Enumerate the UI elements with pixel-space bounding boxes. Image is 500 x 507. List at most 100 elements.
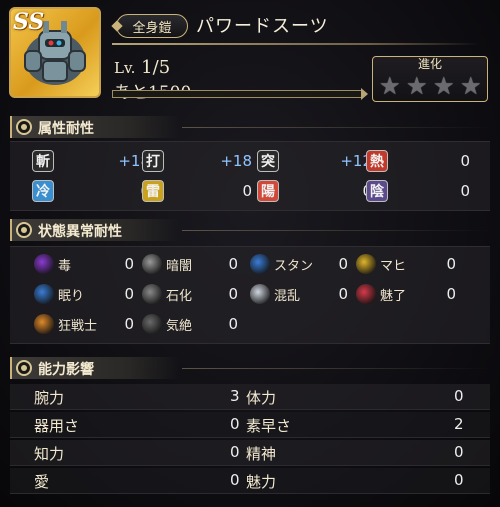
status-panel: 毒 0 暗闇 0 スタン 0 マヒ 0 眠り 0 石化 0 混乱 0 魅了 0 狂戦士 0 気絶 0 bbox=[10, 246, 490, 344]
status-name: マヒ bbox=[380, 259, 407, 274]
thunder-icon: 雷 bbox=[142, 180, 164, 202]
attribute-value: +18 bbox=[220, 152, 252, 170]
ability-value: 0 bbox=[454, 387, 464, 405]
status-value: 0 bbox=[228, 255, 238, 273]
attribute-value: 0 bbox=[460, 152, 470, 170]
berserk-icon bbox=[34, 314, 54, 334]
attribute-value: 0 bbox=[460, 182, 470, 200]
attribute-resistance: 熱0 bbox=[366, 150, 470, 176]
item-name: パワードスーツ bbox=[196, 16, 329, 37]
ability-row: 知力 0 精神 0 bbox=[10, 440, 490, 466]
petrify-icon bbox=[142, 284, 162, 304]
heat-icon: 熱 bbox=[366, 150, 388, 172]
status-name: 魅了 bbox=[380, 289, 407, 304]
status-resistance: 混乱 0 bbox=[250, 283, 348, 307]
ability-value: 0 bbox=[230, 471, 240, 489]
status-value: 0 bbox=[124, 315, 134, 333]
section-title: 能力影響 bbox=[38, 362, 94, 378]
star-icon: ★ bbox=[406, 72, 428, 100]
star-icon: ★ bbox=[379, 72, 401, 100]
attribute-resistance: 雷0 bbox=[142, 180, 252, 206]
ability-value: 2 bbox=[454, 415, 464, 433]
level-label: Lv. bbox=[114, 59, 136, 77]
stun-icon bbox=[250, 254, 270, 274]
status-value: 0 bbox=[446, 285, 456, 303]
ability-row: 器用さ 0 素早さ 2 bbox=[10, 412, 490, 438]
ability-row: 腕力 3 体力 0 bbox=[10, 384, 490, 410]
attribute-panel: 斬+18打+18突+12熱0冷0雷0陽0陰0 bbox=[10, 141, 490, 211]
level-value: 1/5 bbox=[141, 57, 171, 78]
ability-value: 0 bbox=[454, 443, 464, 461]
status-name: 気絶 bbox=[166, 319, 193, 334]
status-name: 狂戦士 bbox=[58, 319, 98, 334]
ability-name: 知力 bbox=[34, 445, 65, 463]
ability-name: 腕力 bbox=[34, 389, 65, 407]
star-icon: ★ bbox=[433, 72, 455, 100]
ability-name: 精神 bbox=[246, 445, 277, 463]
status-name: 石化 bbox=[166, 289, 193, 304]
status-name: 混乱 bbox=[274, 289, 301, 304]
status-resistance: 気絶 0 bbox=[142, 313, 238, 337]
light-icon: 陽 bbox=[257, 180, 279, 202]
status-resistance: マヒ 0 bbox=[356, 253, 456, 277]
confusion-icon bbox=[250, 284, 270, 304]
ability-name: 体力 bbox=[246, 389, 277, 407]
status-resistance: スタン 0 bbox=[250, 253, 348, 277]
status-name: 毒 bbox=[58, 259, 72, 274]
status-value: 0 bbox=[228, 285, 238, 303]
status-resistance: 狂戦士 0 bbox=[34, 313, 134, 337]
equipment-detail-panel: SS 全身鎧 パワードスーツ Lv. 1/5 あと1500 進化 ★ ★ ★ ★… bbox=[0, 0, 500, 507]
star-icon: ★ bbox=[460, 72, 482, 100]
attribute-resistance: 冷0 bbox=[32, 180, 150, 206]
section-title: 属性耐性 bbox=[38, 121, 94, 137]
item-icon[interactable]: SS bbox=[9, 7, 101, 98]
category-tag: 全身鎧 bbox=[116, 14, 188, 38]
exp-bar bbox=[112, 88, 368, 100]
evolution-label: 進化 bbox=[417, 57, 442, 71]
status-value: 0 bbox=[124, 255, 134, 273]
evolution-stars: ★ ★ ★ ★ bbox=[379, 74, 484, 98]
dark-icon: 陰 bbox=[366, 180, 388, 202]
ability-value: 3 bbox=[230, 387, 240, 405]
status-value: 0 bbox=[124, 285, 134, 303]
cold-icon: 冷 bbox=[32, 180, 54, 202]
ability-value: 0 bbox=[454, 471, 464, 489]
charm-icon bbox=[356, 284, 376, 304]
gear-icon bbox=[16, 119, 32, 135]
poison-icon bbox=[34, 254, 54, 274]
status-resistance: 眠り 0 bbox=[34, 283, 134, 307]
status-value: 0 bbox=[338, 255, 348, 273]
blind-icon bbox=[142, 254, 162, 274]
attribute-resistance: 打 +18 bbox=[142, 150, 252, 176]
status-name: 眠り bbox=[58, 289, 85, 304]
paralysis-icon bbox=[356, 254, 376, 274]
ability-row: 愛 0 魅力 0 bbox=[10, 468, 490, 494]
status-value: 0 bbox=[338, 285, 348, 303]
status-resistance: 毒0 bbox=[34, 253, 134, 277]
status-name: スタン bbox=[274, 259, 314, 274]
status-resistance: 暗闇 0 bbox=[142, 253, 238, 277]
slash-icon: 斬 bbox=[32, 150, 54, 172]
section-header-status: 状態異常耐性 bbox=[10, 219, 490, 241]
attribute-resistance: 陰0 bbox=[366, 180, 470, 206]
ability-name: 魅力 bbox=[246, 473, 277, 491]
attribute-resistance: 突 +12 bbox=[257, 150, 372, 176]
blunt-icon: 打 bbox=[142, 150, 164, 172]
ability-value: 0 bbox=[230, 415, 240, 433]
status-value: 0 bbox=[228, 315, 238, 333]
status-value: 0 bbox=[446, 255, 456, 273]
ability-value: 0 bbox=[230, 443, 240, 461]
section-header-ability: 能力影響 bbox=[10, 357, 490, 379]
level-display: Lv. 1/5 bbox=[114, 57, 170, 78]
ability-name: 器用さ bbox=[34, 417, 80, 435]
attribute-resistance: 斬 +18 bbox=[32, 150, 150, 176]
ability-name: 素早さ bbox=[246, 417, 292, 435]
sleep-icon bbox=[34, 284, 54, 304]
status-resistance: 魅了 0 bbox=[356, 283, 456, 307]
gear-icon bbox=[16, 222, 32, 238]
faint-icon bbox=[142, 314, 162, 334]
status-name: 暗闇 bbox=[166, 259, 193, 274]
pierce-icon: 突 bbox=[257, 150, 279, 172]
attribute-resistance: 陽0 bbox=[257, 180, 372, 206]
gear-icon bbox=[16, 360, 32, 376]
